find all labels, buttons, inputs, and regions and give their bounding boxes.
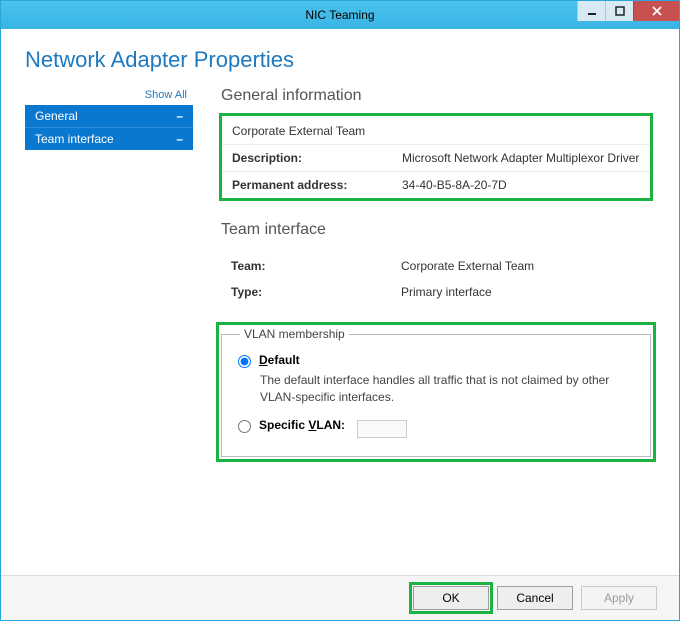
vlan-specific-label: Specific VLAN:: [259, 418, 345, 432]
apply-button[interactable]: Apply: [581, 586, 657, 610]
body-row: Show All General – Team interface – Gene…: [25, 87, 655, 575]
general-heading: General information: [221, 87, 651, 105]
vlan-default-radio[interactable]: [238, 355, 251, 368]
sidebar-item-label: Team interface: [35, 132, 114, 146]
minimize-button[interactable]: [577, 1, 605, 21]
team-label: Team:: [231, 259, 401, 273]
ok-button[interactable]: OK: [413, 586, 489, 610]
cancel-button[interactable]: Cancel: [497, 586, 573, 610]
maximize-icon: [615, 6, 625, 16]
permanent-address-label: Permanent address:: [232, 178, 402, 192]
dialog-footer: OK Cancel Apply: [1, 575, 679, 620]
collapse-icon: –: [176, 132, 183, 146]
type-value: Primary interface: [401, 285, 641, 299]
team-interface-rows: Team: Corporate External Team Type: Prim…: [221, 249, 651, 309]
team-interface-heading: Team interface: [221, 221, 651, 239]
team-row: Team: Corporate External Team: [231, 253, 641, 279]
vlan-specific-option[interactable]: Specific VLAN:: [238, 418, 634, 438]
description-label: Description:: [232, 151, 402, 165]
page-title: Network Adapter Properties: [25, 47, 655, 73]
vlan-default-description: The default interface handles all traffi…: [260, 372, 620, 406]
vlan-id-input[interactable]: [357, 420, 407, 438]
permanent-address-value: 34-40-B5-8A-20-7D: [402, 178, 640, 192]
close-icon: [651, 5, 663, 17]
type-label: Type:: [231, 285, 401, 299]
vlan-default-label: Default: [259, 353, 300, 367]
sidebar-item-general[interactable]: General –: [25, 105, 193, 128]
vlan-default-option[interactable]: Default: [238, 353, 634, 368]
content-area: Network Adapter Properties Show All Gene…: [1, 29, 679, 575]
vlan-membership-group: VLAN membership Default The default inte…: [221, 327, 651, 457]
adapter-name: Corporate External Team: [222, 116, 650, 144]
titlebar: NIC Teaming: [1, 1, 679, 29]
minimize-icon: [587, 6, 597, 16]
vlan-legend: VLAN membership: [240, 327, 349, 341]
collapse-icon: –: [176, 109, 183, 123]
window-title: NIC Teaming: [305, 8, 374, 22]
type-row: Type: Primary interface: [231, 279, 641, 305]
general-row: Description: Microsoft Network Adapter M…: [222, 144, 650, 171]
nic-teaming-window: NIC Teaming Network Adapter Properties S…: [0, 0, 680, 621]
window-controls: [577, 1, 679, 21]
general-info-card: Corporate External Team Description: Mic…: [221, 115, 651, 199]
sidebar-item-label: General: [35, 109, 78, 123]
description-value: Microsoft Network Adapter Multiplexor Dr…: [402, 151, 640, 165]
close-button[interactable]: [633, 1, 679, 21]
sidebar: Show All General – Team interface –: [25, 87, 193, 575]
show-all-link[interactable]: Show All: [25, 87, 193, 105]
main-panel: General information Corporate External T…: [221, 87, 655, 575]
maximize-button[interactable]: [605, 1, 633, 21]
general-row: Permanent address: 34-40-B5-8A-20-7D: [222, 171, 650, 198]
team-value: Corporate External Team: [401, 259, 641, 273]
vlan-specific-radio[interactable]: [238, 420, 251, 433]
sidebar-item-team-interface[interactable]: Team interface –: [25, 128, 193, 150]
